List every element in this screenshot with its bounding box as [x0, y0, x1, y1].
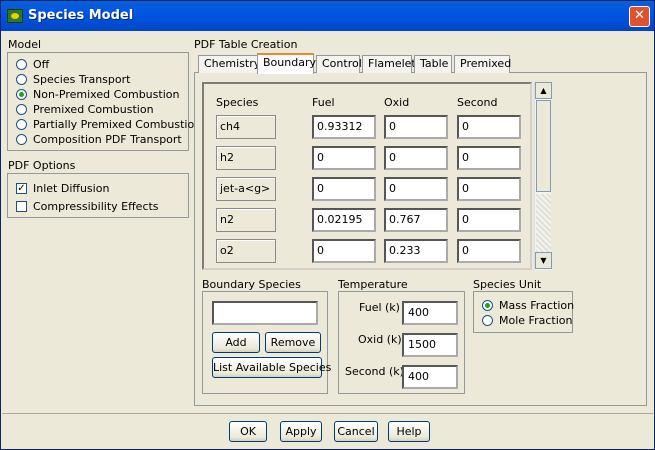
model-option-off[interactable]: Off	[16, 57, 49, 72]
radio-icon	[16, 58, 27, 70]
model-option-non-premixed-combustion[interactable]: Non-Premixed Combustion	[16, 87, 179, 102]
list-available-species-button[interactable]: List Available Species	[212, 357, 331, 378]
model-option-composition-pdf-transport[interactable]: Composition PDF Transport	[16, 132, 182, 147]
radio-icon	[16, 73, 27, 85]
species-cell: ch4	[216, 115, 276, 139]
radio-icon	[16, 133, 27, 145]
tab-boundary[interactable]: Boundary	[257, 53, 316, 74]
tab-premixed[interactable]: Premixed	[454, 55, 511, 73]
fuel-fraction-input[interactable]: 0	[312, 177, 376, 201]
second-fraction-input[interactable]: 0	[457, 115, 521, 139]
pdf-options-label: PDF Options	[8, 159, 76, 172]
species-grid-scrollbar[interactable]: ▲ ▼	[534, 82, 552, 270]
window-title: Species Model	[28, 8, 134, 23]
species-unit-label: Species Unit	[473, 278, 542, 291]
oxid-fraction-input[interactable]: 0.767	[384, 208, 448, 232]
boundary-species-label: Boundary Species	[202, 278, 301, 291]
arrow-down-icon[interactable]: ▼	[535, 252, 552, 269]
pdf-options-group: ✓ Inlet Diffusion Compressibility Effects	[7, 173, 189, 218]
help-button[interactable]: Help	[388, 421, 430, 442]
fuel-fraction-input[interactable]: 0	[312, 239, 376, 263]
boundary-species-group: Add Remove List Available Species	[202, 291, 331, 394]
tab-control[interactable]: Control	[316, 55, 362, 73]
species-grid: Species Fuel Oxid Second ch4 0.93312 0 0…	[202, 82, 532, 270]
column-header-fuel: Fuel	[312, 96, 335, 109]
apply-button[interactable]: Apply	[280, 421, 322, 442]
oxid-temperature-label: Oxid (k)	[358, 333, 402, 346]
radio-icon	[16, 118, 27, 130]
close-icon[interactable]: ✕	[629, 6, 650, 27]
fuel-fraction-input[interactable]: 0.93312	[312, 115, 376, 139]
second-temperature-input[interactable]: 400	[402, 365, 458, 389]
second-fraction-input[interactable]: 0	[457, 208, 521, 232]
footer-divider	[2, 413, 653, 414]
tab-table[interactable]: Table	[414, 55, 452, 73]
second-fraction-input[interactable]: 0	[457, 239, 521, 263]
second-fraction-input[interactable]: 0	[457, 146, 521, 170]
species-cell: jet-a<g>	[216, 177, 276, 201]
column-header-species: Species	[216, 96, 259, 109]
mole-fraction-radio[interactable]: Mole Fraction	[482, 313, 572, 328]
compressibility-effects-checkbox[interactable]: Compressibility Effects	[16, 199, 159, 214]
column-header-second: Second	[457, 96, 498, 109]
scrollbar-thumb[interactable]	[536, 100, 551, 192]
model-label: Model	[8, 38, 42, 51]
cancel-button[interactable]: Cancel	[334, 421, 378, 442]
ok-button[interactable]: OK	[229, 421, 267, 442]
pdf-table-creation-label: PDF Table Creation	[194, 38, 298, 51]
radio-icon	[16, 103, 27, 115]
species-cell: h2	[216, 146, 276, 170]
inlet-diffusion-checkbox[interactable]: ✓ Inlet Diffusion	[16, 181, 109, 196]
boundary-species-input[interactable]	[212, 301, 318, 325]
temperature-group: Fuel (k) 400 Oxid (k) 1500 Second (k) 40…	[338, 291, 465, 394]
fuel-fraction-input[interactable]: 0.02195	[312, 208, 376, 232]
scrollbar-track[interactable]	[536, 194, 551, 252]
oxid-fraction-input[interactable]: 0.233	[384, 239, 448, 263]
species-unit-group: Mass Fraction Mole Fraction	[473, 291, 574, 333]
tab-chemistry[interactable]: Chemistry	[198, 55, 260, 73]
model-option-species-transport[interactable]: Species Transport	[16, 72, 130, 87]
radio-selected-icon	[16, 88, 27, 100]
oxid-temperature-input[interactable]: 1500	[402, 333, 458, 357]
oxid-fraction-input[interactable]: 0	[384, 146, 448, 170]
model-option-premixed-combustion[interactable]: Premixed Combustion	[16, 102, 154, 117]
app-icon	[7, 9, 23, 23]
model-option-partially-premixed-combustion[interactable]: Partially Premixed Combustion	[16, 117, 201, 132]
species-model-dialog: Species Model ✕ Model Off Species Transp…	[0, 0, 655, 450]
species-cell: n2	[216, 208, 276, 232]
second-temperature-label: Second (k)	[345, 365, 404, 378]
mass-fraction-radio[interactable]: Mass Fraction	[482, 298, 574, 313]
remove-button[interactable]: Remove	[265, 332, 321, 353]
checkbox-icon	[16, 200, 27, 212]
add-button[interactable]: Add	[212, 332, 260, 353]
arrow-up-icon[interactable]: ▲	[535, 82, 552, 99]
fuel-temperature-input[interactable]: 400	[402, 301, 458, 325]
species-cell: o2	[216, 239, 276, 263]
checkbox-checked-icon: ✓	[16, 182, 27, 194]
fuel-temperature-label: Fuel (k)	[359, 301, 400, 314]
temperature-label: Temperature	[338, 278, 408, 291]
radio-selected-icon	[482, 299, 493, 311]
tab-flamelet[interactable]: Flamelet	[362, 55, 416, 73]
oxid-fraction-input[interactable]: 0	[384, 177, 448, 201]
column-header-oxid: Oxid	[384, 96, 410, 109]
oxid-fraction-input[interactable]: 0	[384, 115, 448, 139]
title-bar: Species Model ✕	[1, 1, 654, 31]
second-fraction-input[interactable]: 0	[457, 177, 521, 201]
model-group: Off Species Transport Non-Premixed Combu…	[7, 52, 201, 151]
fuel-fraction-input[interactable]: 0	[312, 146, 376, 170]
radio-icon	[482, 314, 493, 326]
